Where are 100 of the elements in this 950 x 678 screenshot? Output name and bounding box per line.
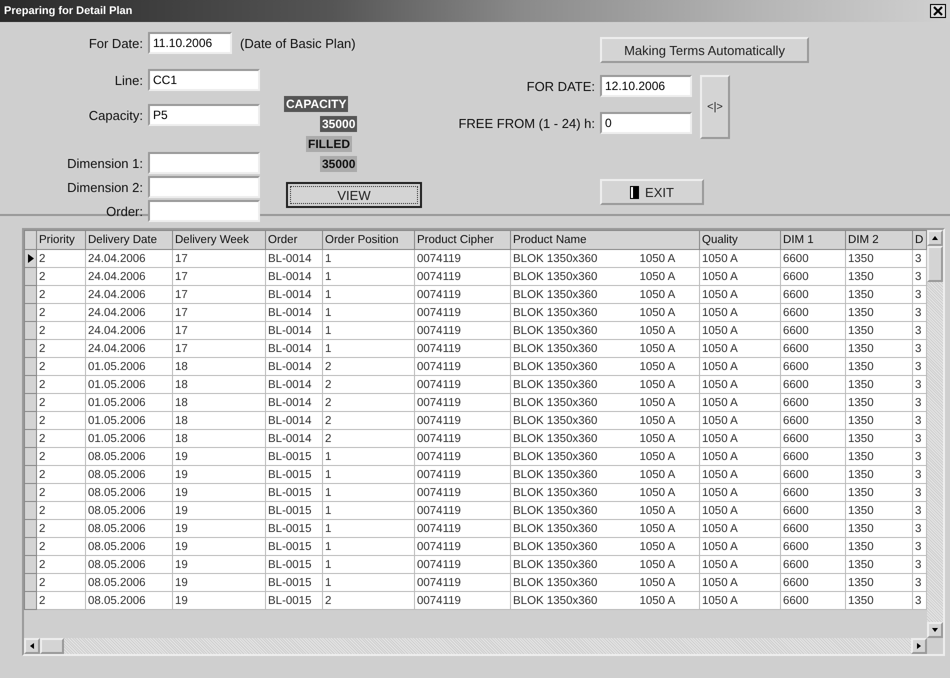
input-field[interactable]: 11.10.2006: [148, 32, 232, 54]
table-cell: 19: [172, 538, 266, 556]
table-cell: 1: [322, 502, 414, 520]
table-cell: 1050 A: [700, 340, 781, 358]
table-cell: 08.05.2006: [86, 538, 172, 556]
table-cell: BLOK 1350x360: [510, 286, 638, 304]
table-cell: 2: [36, 520, 86, 538]
table-cell: BL-0014: [266, 358, 322, 376]
swap-button[interactable]: <|>: [700, 75, 730, 139]
table-cell: 1050 A: [638, 322, 700, 340]
input-field[interactable]: [148, 200, 260, 222]
scroll-up-button[interactable]: [927, 230, 944, 246]
scroll-left-button[interactable]: [24, 638, 40, 654]
input-field[interactable]: [148, 176, 260, 198]
filled-label: FILLED: [306, 136, 352, 152]
table-cell: 1050 A: [700, 358, 781, 376]
table-cell: 0074119: [414, 358, 510, 376]
table-cell: 1050 A: [700, 466, 781, 484]
field-label: For Date:: [88, 36, 144, 50]
table-cell: 0074119: [414, 322, 510, 340]
column-header[interactable]: Quality: [700, 230, 781, 250]
table-cell: 0074119: [414, 430, 510, 448]
input-field[interactable]: CC1: [148, 69, 260, 91]
column-header[interactable]: Product Name: [510, 230, 700, 250]
table-cell: BLOK 1350x360: [510, 340, 638, 358]
table-cell: 6600: [780, 394, 846, 412]
table-cell: 2: [322, 376, 414, 394]
table-cell: 1050 A: [638, 556, 700, 574]
column-header[interactable]: Product Cipher: [414, 230, 510, 250]
table-cell: 1050 A: [638, 268, 700, 286]
scroll-thumb[interactable]: [40, 638, 64, 654]
table-cell: 1050 A: [638, 394, 700, 412]
making-terms-button[interactable]: Making Terms Automatically: [600, 37, 809, 63]
scroll-down-button[interactable]: [927, 622, 944, 638]
vertical-scrollbar[interactable]: [927, 230, 944, 638]
table-cell: 24.04.2006: [86, 340, 172, 358]
input-field[interactable]: P5: [148, 104, 260, 126]
table-cell: 1: [322, 322, 414, 340]
table-cell: 17: [172, 250, 266, 268]
door-icon: [630, 186, 640, 198]
input-field[interactable]: [148, 152, 260, 174]
table-cell: BLOK 1350x360: [510, 448, 638, 466]
table-cell: 1350: [846, 466, 913, 484]
table-cell: 1350: [846, 484, 913, 502]
table-cell: 17: [172, 322, 266, 340]
table-cell: BL-0015: [266, 574, 322, 592]
table-cell: 1350: [846, 592, 913, 610]
horizontal-scrollbar[interactable]: [24, 638, 928, 654]
table-cell: 1350: [846, 304, 913, 322]
column-header[interactable]: Order Position: [322, 230, 414, 250]
table-cell: BLOK 1350x360: [510, 430, 638, 448]
table-cell: 24.04.2006: [86, 268, 172, 286]
table-cell: 1: [322, 448, 414, 466]
table-cell: 1050 A: [638, 358, 700, 376]
hours-field[interactable]: 0: [600, 112, 692, 134]
table-cell: 1050 A: [700, 304, 781, 322]
table-cell: 18: [172, 376, 266, 394]
table-cell: 1050 A: [700, 430, 781, 448]
column-header[interactable]: Order: [266, 230, 322, 250]
table-cell: 1050 A: [638, 448, 700, 466]
date-field[interactable]: 12.10.2006: [600, 75, 692, 97]
table-cell: 1: [322, 574, 414, 592]
table-cell: 2: [36, 250, 86, 268]
close-button[interactable]: [930, 4, 946, 18]
column-header[interactable]: Priority: [36, 230, 86, 250]
table-cell: 2: [36, 268, 86, 286]
table-cell: BL-0015: [266, 520, 322, 538]
column-header[interactable]: DIM 2: [846, 230, 913, 250]
table-cell: 1: [322, 268, 414, 286]
row-indicator[interactable]: [24, 250, 36, 268]
table-cell: 0074119: [414, 250, 510, 268]
table-cell: 1050 A: [638, 430, 700, 448]
table-cell: 0074119: [414, 574, 510, 592]
field-label: FREE FROM (1 - 24) h:: [457, 116, 596, 130]
table-cell: 6600: [780, 502, 846, 520]
table-cell: BLOK 1350x360: [510, 574, 638, 592]
scroll-right-button[interactable]: [911, 638, 928, 654]
exit-button[interactable]: EXIT: [600, 179, 704, 205]
view-button[interactable]: VIEW: [286, 182, 422, 208]
table-cell: 1350: [846, 556, 913, 574]
table-cell: 2: [36, 412, 86, 430]
table-cell: 1050 A: [638, 340, 700, 358]
table-cell: 08.05.2006: [86, 592, 172, 610]
table-cell: BL-0014: [266, 286, 322, 304]
table-cell: 0074119: [414, 466, 510, 484]
table-cell: BL-0014: [266, 322, 322, 340]
column-header[interactable]: D: [912, 230, 927, 250]
table-cell: 1: [322, 250, 414, 268]
scroll-thumb[interactable]: [927, 246, 944, 282]
column-header[interactable]: Delivery Date: [86, 230, 172, 250]
table-cell: 1050 A: [700, 286, 781, 304]
table-cell: 2: [36, 502, 86, 520]
table-cell: 1050 A: [700, 376, 781, 394]
table-cell: BL-0015: [266, 502, 322, 520]
column-header[interactable]: Delivery Week: [172, 230, 266, 250]
table-cell: 01.05.2006: [86, 394, 172, 412]
table-cell: 18: [172, 430, 266, 448]
column-header[interactable]: DIM 1: [780, 230, 846, 250]
table-cell: BL-0015: [266, 592, 322, 610]
table-cell: 1: [322, 538, 414, 556]
